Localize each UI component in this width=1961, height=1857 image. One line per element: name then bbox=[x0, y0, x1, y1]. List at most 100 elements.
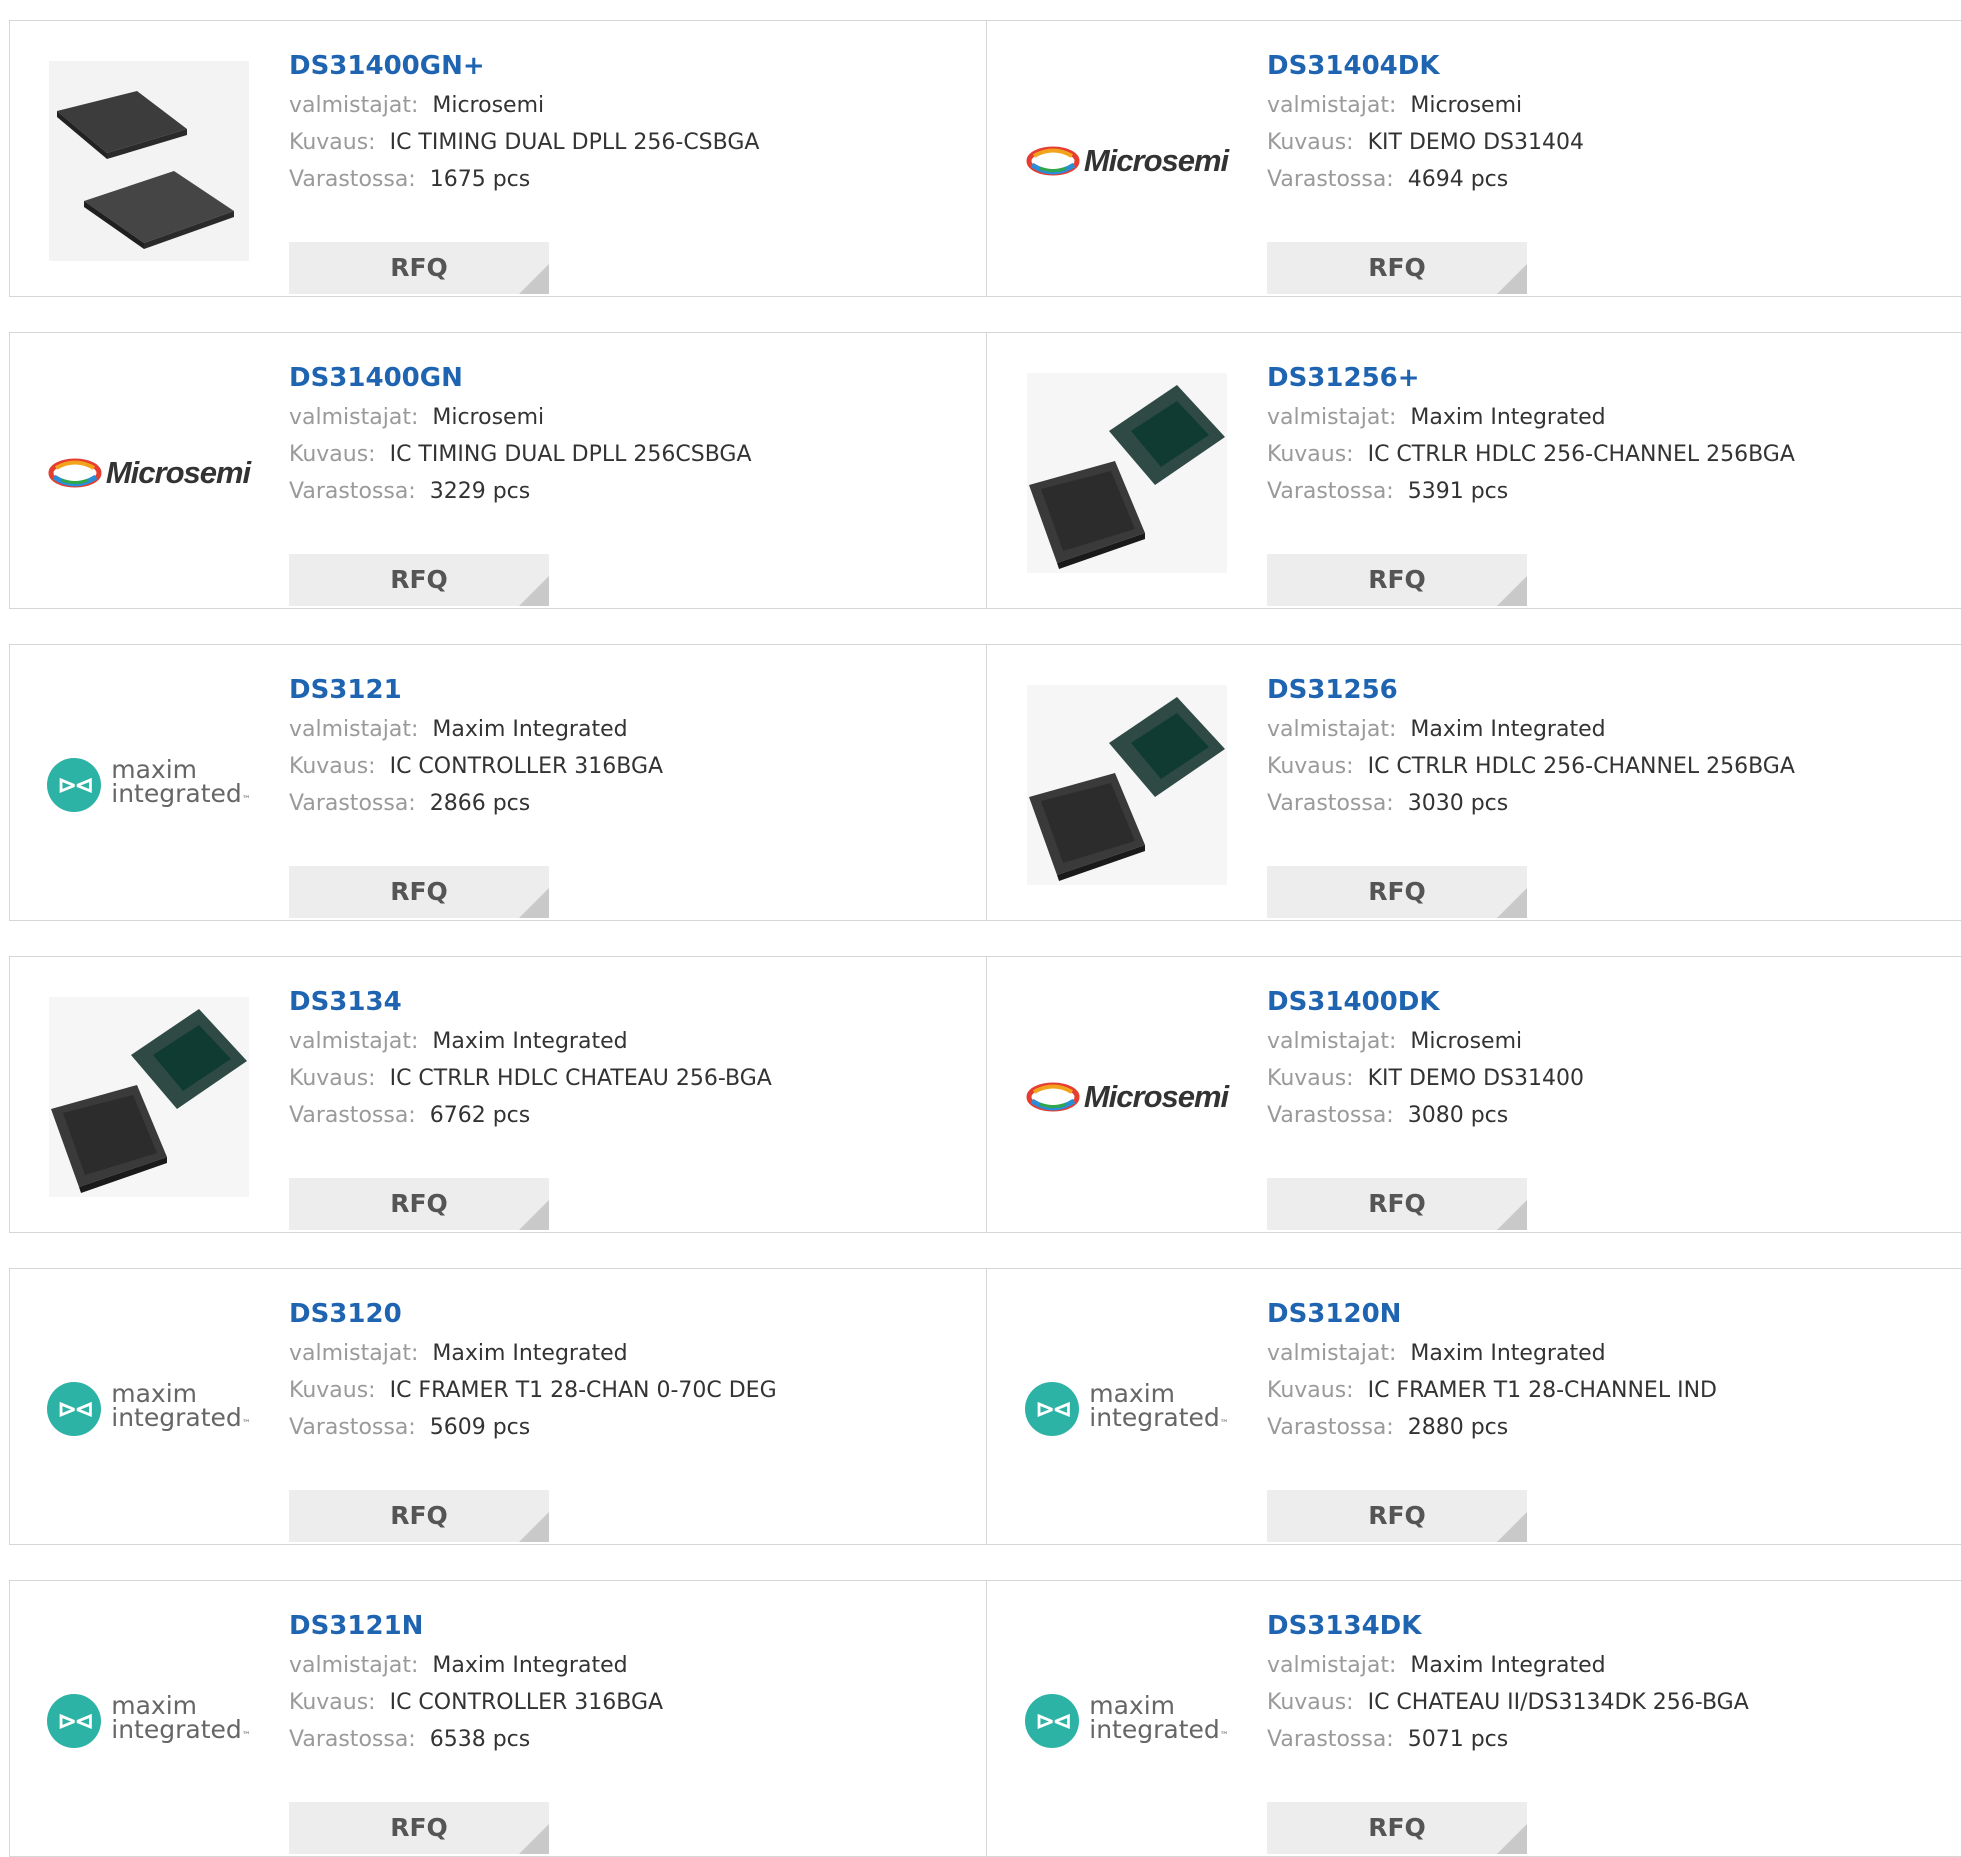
manufacturer-line: valmistajat: Microsemi bbox=[289, 87, 759, 124]
bga-chip-pair-icon bbox=[1027, 373, 1227, 573]
product-card: DS3134 valmistajat: Maxim Integrated Kuva… bbox=[9, 957, 986, 1232]
rfq-button[interactable]: RFQ bbox=[1267, 1802, 1527, 1854]
description-label: Kuvaus: bbox=[1267, 754, 1354, 779]
stock-label: Varastossa: bbox=[1267, 791, 1394, 816]
rfq-button[interactable]: RFQ bbox=[289, 1802, 549, 1854]
product-row: ⊳⊲ maxim integrated™ DS3121N valmistajat… bbox=[9, 1580, 1961, 1857]
stock-line: Varastossa: 1675 pcs bbox=[289, 161, 759, 198]
product-card: Microsemi DS31400GN valmistajat: Microsem… bbox=[9, 333, 986, 608]
product-row: ⊳⊲ maxim integrated™ DS3121 valmistajat:… bbox=[9, 644, 1961, 921]
manufacturer-value: Maxim Integrated bbox=[432, 1653, 628, 1678]
description-value: IC CTRLR HDLC CHATEAU 256-BGA bbox=[389, 1066, 772, 1091]
manufacturer-line: valmistajat: Maxim Integrated bbox=[1267, 1335, 1717, 1372]
stock-line: Varastossa: 6538 pcs bbox=[289, 1721, 663, 1758]
manufacturer-value: Maxim Integrated bbox=[1410, 717, 1606, 742]
description-value: KIT DEMO DS31400 bbox=[1367, 1066, 1584, 1091]
stock-value: 6762 pcs bbox=[429, 1103, 531, 1128]
product-card: ⊳⊲ maxim integrated™ DS3121 valmistajat:… bbox=[9, 645, 986, 920]
maxim-logo-text: maxim integrated™ bbox=[1089, 1691, 1229, 1744]
rfq-label: RFQ bbox=[1368, 877, 1426, 906]
maxim-logo: ⊳⊲ maxim integrated™ bbox=[47, 757, 251, 812]
product-image[interactable]: Microsemi bbox=[48, 373, 251, 573]
rfq-button[interactable]: RFQ bbox=[289, 242, 549, 294]
stock-line: Varastossa: 2866 pcs bbox=[289, 785, 663, 822]
product-card: DS31400GN+ valmistajat: Microsemi Kuvaus:… bbox=[9, 21, 986, 296]
manufacturer-line: valmistajat: Microsemi bbox=[1267, 1023, 1584, 1060]
description-value: IC CHATEAU II/DS3134DK 256-BGA bbox=[1367, 1690, 1749, 1715]
product-name-link[interactable]: DS31404DK bbox=[1267, 51, 1584, 87]
rfq-button[interactable]: RFQ bbox=[289, 1178, 549, 1230]
description-line: Kuvaus: IC CONTROLLER 316BGA bbox=[289, 1684, 663, 1721]
product-name-link[interactable]: DS3120 bbox=[289, 1299, 777, 1335]
stock-label: Varastossa: bbox=[1267, 1415, 1394, 1440]
product-image[interactable]: ⊳⊲ maxim integrated™ bbox=[47, 1621, 251, 1821]
manufacturer-value: Maxim Integrated bbox=[1410, 405, 1606, 430]
rfq-button[interactable]: RFQ bbox=[1267, 554, 1527, 606]
description-label: Kuvaus: bbox=[289, 1690, 376, 1715]
rfq-button[interactable]: RFQ bbox=[289, 866, 549, 918]
manufacturer-label: valmistajat: bbox=[289, 93, 419, 118]
product-image[interactable]: Microsemi bbox=[1026, 61, 1229, 261]
stock-line: Varastossa: 3080 pcs bbox=[1267, 1097, 1584, 1134]
rfq-button[interactable]: RFQ bbox=[1267, 1178, 1527, 1230]
product-image[interactable] bbox=[1027, 685, 1227, 885]
microsemi-logo: Microsemi bbox=[1026, 1079, 1229, 1115]
product-name-link[interactable]: DS31400GN bbox=[289, 363, 752, 399]
manufacturer-label: valmistajat: bbox=[289, 405, 419, 430]
product-image[interactable]: ⊳⊲ maxim integrated™ bbox=[47, 1309, 251, 1509]
corner-triangle-icon bbox=[1497, 1200, 1527, 1230]
corner-triangle-icon bbox=[519, 264, 549, 294]
description-label: Kuvaus: bbox=[1267, 1378, 1354, 1403]
rfq-label: RFQ bbox=[1368, 1501, 1426, 1530]
product-name-link[interactable]: DS3120N bbox=[1267, 1299, 1717, 1335]
product-image[interactable] bbox=[1027, 373, 1227, 573]
corner-triangle-icon bbox=[1497, 1824, 1527, 1854]
product-name-link[interactable]: DS3134 bbox=[289, 987, 772, 1023]
description-label: Kuvaus: bbox=[289, 754, 376, 779]
rfq-label: RFQ bbox=[390, 253, 448, 282]
product-image[interactable]: ⊳⊲ maxim integrated™ bbox=[47, 685, 251, 885]
stock-label: Varastossa: bbox=[289, 1415, 416, 1440]
description-label: Kuvaus: bbox=[289, 1378, 376, 1403]
product-name-link[interactable]: DS31256+ bbox=[1267, 363, 1795, 399]
product-name-link[interactable]: DS3121 bbox=[289, 675, 663, 711]
description-label: Kuvaus: bbox=[1267, 1066, 1354, 1091]
maxim-logo: ⊳⊲ maxim integrated™ bbox=[1025, 1381, 1229, 1436]
description-value: IC TIMING DUAL DPLL 256CSBGA bbox=[389, 442, 752, 467]
maxim-mark-icon: ⊳⊲ bbox=[47, 1694, 102, 1748]
product-name-link[interactable]: DS3134DK bbox=[1267, 1611, 1749, 1647]
stock-label: Varastossa: bbox=[289, 479, 416, 504]
product-name-link[interactable]: DS31400DK bbox=[1267, 987, 1584, 1023]
corner-triangle-icon bbox=[1497, 576, 1527, 606]
product-image[interactable]: Microsemi bbox=[1026, 997, 1229, 1197]
rfq-label: RFQ bbox=[390, 565, 448, 594]
description-label: Kuvaus: bbox=[1267, 1690, 1354, 1715]
stock-value: 5071 pcs bbox=[1407, 1727, 1509, 1752]
manufacturer-value: Maxim Integrated bbox=[1410, 1653, 1606, 1678]
rfq-label: RFQ bbox=[390, 877, 448, 906]
rfq-button[interactable]: RFQ bbox=[289, 554, 549, 606]
product-image[interactable]: ⊳⊲ maxim integrated™ bbox=[1025, 1309, 1229, 1509]
product-row: ⊳⊲ maxim integrated™ DS3120 valmistajat:… bbox=[9, 1268, 1961, 1545]
maxim-logo: ⊳⊲ maxim integrated™ bbox=[1025, 1691, 1229, 1748]
product-name-link[interactable]: DS31256 bbox=[1267, 675, 1795, 711]
microsemi-swirl-icon bbox=[1026, 1082, 1080, 1112]
product-name-link[interactable]: DS31400GN+ bbox=[289, 51, 759, 87]
product-image[interactable]: ⊳⊲ maxim integrated™ bbox=[1025, 1621, 1229, 1821]
rfq-button[interactable]: RFQ bbox=[1267, 866, 1527, 918]
description-value: IC FRAMER T1 28-CHAN 0-70C DEG bbox=[389, 1378, 777, 1403]
rfq-label: RFQ bbox=[1368, 1813, 1426, 1842]
product-name-link[interactable]: DS3121N bbox=[289, 1611, 663, 1647]
corner-triangle-icon bbox=[1497, 1512, 1527, 1542]
product-card: Microsemi DS31400DK valmistajat: Microsem… bbox=[987, 957, 1961, 1232]
rfq-button[interactable]: RFQ bbox=[1267, 1490, 1527, 1542]
corner-triangle-icon bbox=[519, 1824, 549, 1854]
microsemi-logo: Microsemi bbox=[48, 455, 251, 491]
product-image[interactable] bbox=[49, 997, 249, 1197]
description-value: IC CTRLR HDLC 256-CHANNEL 256BGA bbox=[1367, 754, 1795, 779]
rfq-button[interactable]: RFQ bbox=[1267, 242, 1527, 294]
manufacturer-value: Microsemi bbox=[432, 405, 545, 430]
rfq-button[interactable]: RFQ bbox=[289, 1490, 549, 1542]
product-image[interactable] bbox=[49, 61, 249, 261]
description-line: Kuvaus: IC CTRLR HDLC 256-CHANNEL 256BGA bbox=[1267, 436, 1795, 473]
